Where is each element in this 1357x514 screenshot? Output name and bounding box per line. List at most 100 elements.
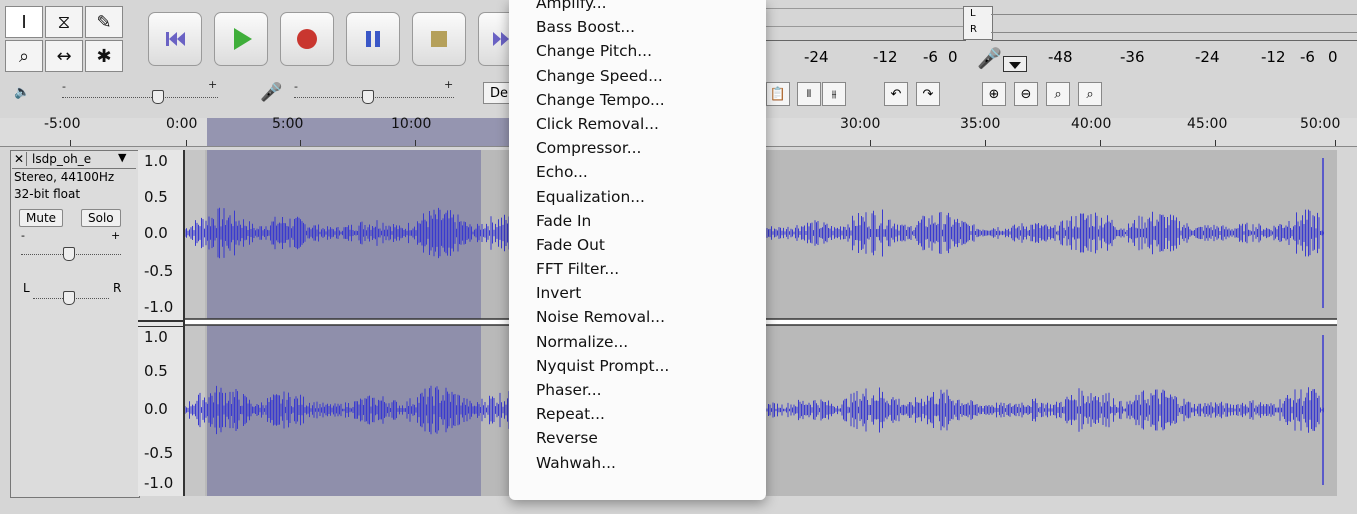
menu-item-click-removal[interactable]: Click Removal...: [509, 112, 766, 136]
menu-item-change-pitch[interactable]: Change Pitch...: [509, 39, 766, 63]
record-volume-slider[interactable]: [294, 97, 454, 98]
chevron-down-icon[interactable]: [1003, 56, 1027, 72]
menu-item-compressor[interactable]: Compressor...: [509, 136, 766, 160]
playback-meter-tick: -6: [923, 48, 938, 66]
scale-label: 0.5: [144, 362, 168, 380]
menu-item-reverse[interactable]: Reverse: [509, 426, 766, 450]
mute-button[interactable]: Mute: [19, 207, 64, 227]
effect-menu: Amplify... Bass Boost... Change Pitch... Ch…: [509, 0, 766, 500]
playback-volume-minus: -: [62, 80, 66, 93]
record-button[interactable]: [280, 12, 334, 66]
menu-item-phaser[interactable]: Phaser...: [509, 378, 766, 402]
play-button[interactable]: [214, 12, 268, 66]
gain-plus: +: [111, 229, 121, 242]
redo-icon[interactable]: ↷: [916, 82, 940, 106]
scale-label: 0.0: [144, 224, 168, 242]
record-meter-tick: -24: [1195, 48, 1220, 66]
zoom-tool-icon[interactable]: ⌕: [5, 40, 43, 72]
ruler-label: 50:00: [1300, 116, 1341, 132]
solo-button[interactable]: Solo: [81, 207, 121, 227]
menu-item-nyquist-prompt[interactable]: Nyquist Prompt...: [509, 354, 766, 378]
menu-item-fade-in[interactable]: Fade In: [509, 209, 766, 233]
fit-selection-icon[interactable]: ⌕: [1046, 82, 1070, 106]
skip-to-start-icon: [166, 32, 185, 46]
pan-left-label: L: [23, 281, 30, 295]
record-meter[interactable]: [991, 0, 1357, 41]
record-volume-plus: +: [444, 78, 454, 91]
track-sample-rate: Stereo, 44100Hz: [14, 170, 115, 184]
skip-to-end-icon: [493, 32, 509, 46]
draw-tool-icon[interactable]: ✎: [85, 6, 123, 38]
menu-item-bass-boost[interactable]: Bass Boost...: [509, 15, 766, 39]
menu-item-wahwah[interactable]: Wahwah...: [509, 451, 766, 475]
undo-icon[interactable]: ↶: [884, 82, 908, 106]
menu-item-fft-filter[interactable]: FFT Filter...: [509, 257, 766, 281]
menu-item-echo[interactable]: Echo...: [509, 160, 766, 184]
menu-item-fade-out[interactable]: Fade Out: [509, 233, 766, 257]
playback-meter-tick: -24: [804, 48, 829, 66]
record-icon: [297, 29, 317, 49]
playback-volume-slider[interactable]: [62, 97, 218, 98]
track-control-panel[interactable]: ✕ lsdp_oh_e ▼ Stereo, 44100Hz 32-bit flo…: [10, 150, 140, 498]
menu-item-noise-removal[interactable]: Noise Removal...: [509, 305, 766, 329]
selection-tool-icon[interactable]: I: [5, 6, 43, 38]
skip-to-start-button[interactable]: [148, 12, 202, 66]
record-meter-tick: -6: [1300, 48, 1315, 66]
pan-slider-thumb[interactable]: [63, 291, 75, 305]
playback-meter-tick: -12: [873, 48, 898, 66]
menu-item-change-speed[interactable]: Change Speed...: [509, 64, 766, 88]
scale-label: 1.0: [144, 152, 168, 170]
silence-icon[interactable]: ⫵: [822, 82, 846, 106]
track-sample-format: 32-bit float: [14, 187, 81, 201]
stop-button[interactable]: [412, 12, 466, 66]
record-meter-channels: L R: [963, 6, 993, 40]
speaker-icon: 🔈: [14, 85, 31, 100]
menu-item-invert[interactable]: Invert: [509, 281, 766, 305]
chevron-down-icon[interactable]: ▼: [118, 151, 126, 164]
ruler-label: 40:00: [1071, 116, 1112, 132]
playback-meter-tick: 0: [948, 48, 958, 66]
record-meter-mic-icon[interactable]: 🎤: [977, 46, 1002, 70]
multi-tool-icon[interactable]: ✱: [85, 40, 123, 72]
play-icon: [234, 28, 252, 50]
ruler-label: 5:00: [272, 116, 304, 132]
menu-item-amplify[interactable]: Amplify...: [509, 0, 766, 15]
scale-label: -0.5: [144, 262, 174, 280]
microphone-icon: 🎤: [260, 82, 283, 103]
record-volume-thumb[interactable]: [362, 90, 374, 104]
skip-to-end-button[interactable]: [478, 12, 509, 66]
envelope-tool-icon[interactable]: ⧖: [45, 6, 83, 38]
ruler-label: 45:00: [1187, 116, 1228, 132]
menu-item-equalization[interactable]: Equalization...: [509, 185, 766, 209]
paste-icon[interactable]: 📋: [766, 82, 790, 106]
record-meter-tick: -48: [1048, 48, 1073, 66]
track-header: ✕ lsdp_oh_e ▼: [12, 151, 136, 169]
ruler-label: 10:00: [391, 116, 432, 132]
menu-item-change-tempo[interactable]: Change Tempo...: [509, 88, 766, 112]
record-meter-tick: 0: [1328, 48, 1338, 66]
ruler-label: 35:00: [960, 116, 1001, 132]
scale-label: 0.5: [144, 188, 168, 206]
menu-item-normalize[interactable]: Normalize...: [509, 330, 766, 354]
playback-meter: [766, 0, 966, 41]
close-icon[interactable]: ✕: [14, 152, 28, 166]
ruler-label: 0:00: [166, 116, 198, 132]
meter-channel-left: L: [970, 8, 976, 19]
trim-icon[interactable]: ⫴: [797, 82, 821, 106]
zoom-out-icon[interactable]: ⊖: [1014, 82, 1038, 106]
gain-slider-thumb[interactable]: [63, 247, 75, 261]
menu-item-repeat[interactable]: Repeat...: [509, 402, 766, 426]
timeshift-tool-icon[interactable]: ↔: [45, 40, 83, 72]
pause-button[interactable]: [346, 12, 400, 66]
scale-label: -1.0: [144, 298, 174, 316]
playback-volume-thumb[interactable]: [152, 90, 164, 104]
playback-volume-plus: +: [208, 78, 218, 91]
ruler-selection: [207, 118, 509, 146]
stop-icon: [431, 31, 447, 47]
gain-minus: -: [21, 229, 25, 242]
fit-project-icon[interactable]: ⌕: [1078, 82, 1102, 106]
ruler-label: -5:00: [44, 116, 81, 132]
pan-right-label: R: [113, 281, 122, 295]
track-name-menu[interactable]: lsdp_oh_e: [32, 152, 91, 166]
zoom-in-icon[interactable]: ⊕: [982, 82, 1006, 106]
